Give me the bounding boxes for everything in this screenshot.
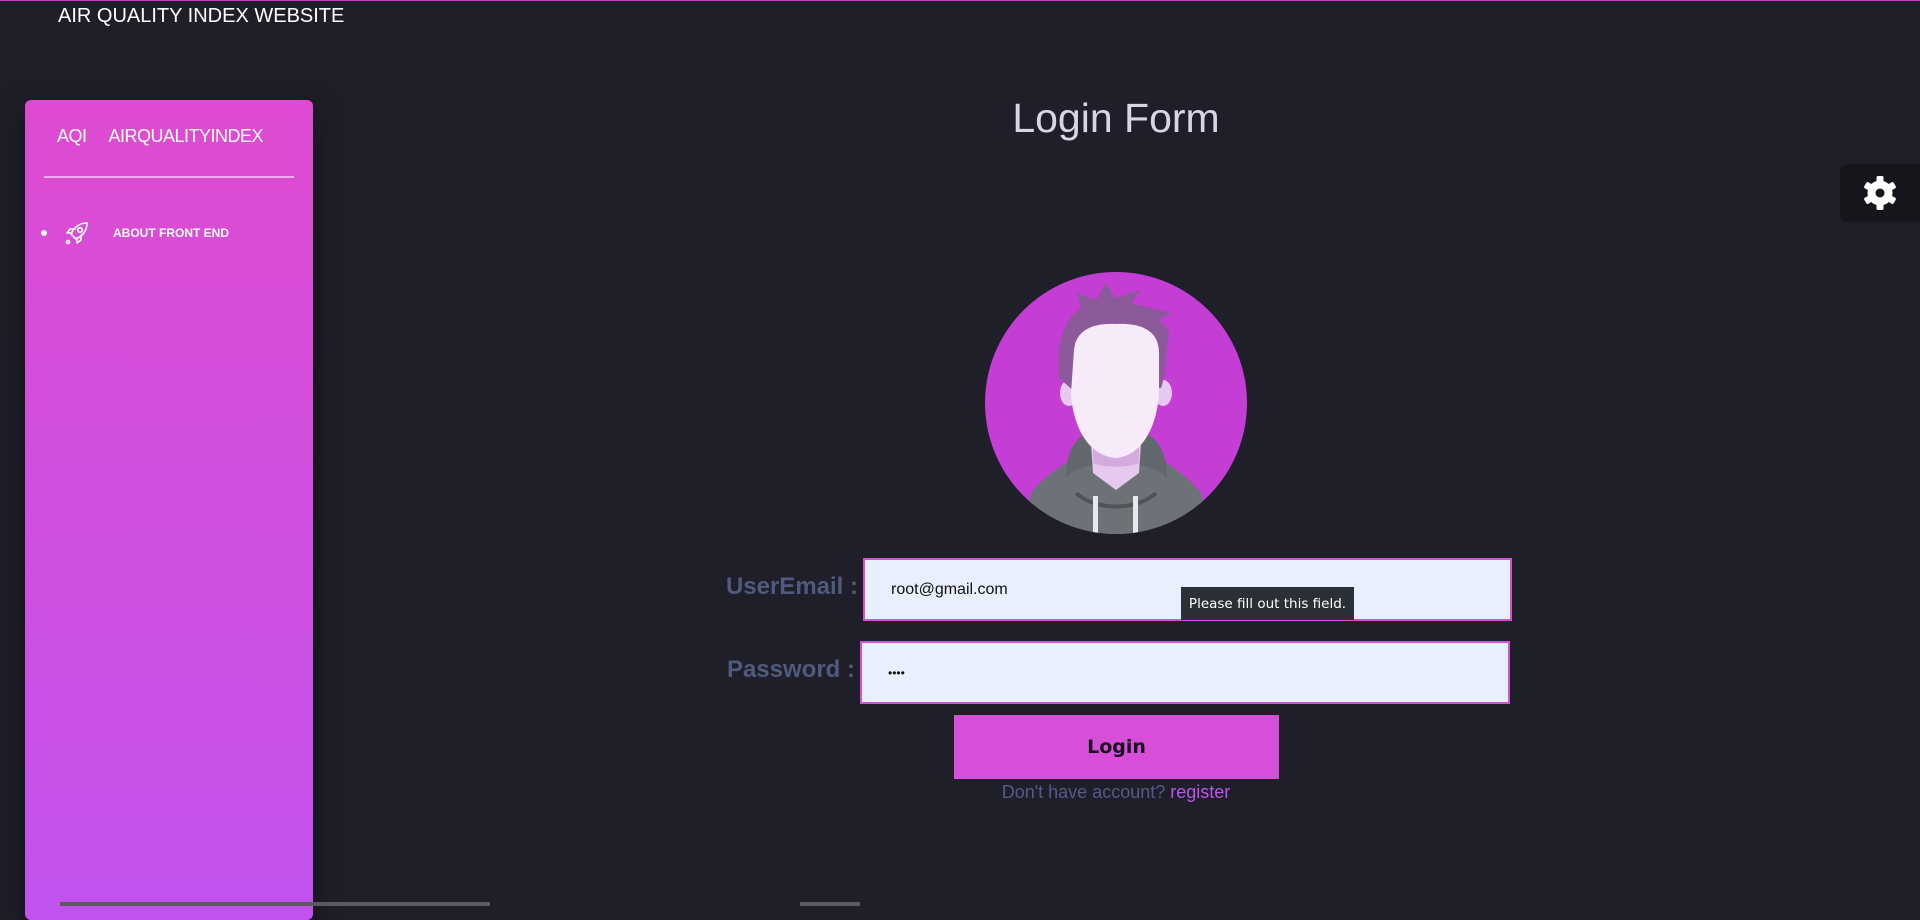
bullet-icon xyxy=(41,230,47,236)
gear-icon xyxy=(1864,176,1896,210)
register-prompt: Don't have account? register xyxy=(0,782,1920,803)
email-label: UserEmail : xyxy=(725,573,858,600)
register-link[interactable]: register xyxy=(1170,782,1230,802)
login-button[interactable]: Login xyxy=(954,715,1279,779)
sidebar-item-about-front-end[interactable]: ABOUT FRONT END xyxy=(35,218,295,248)
horizontal-scrollbar[interactable] xyxy=(60,902,490,906)
password-label: Password : xyxy=(726,656,855,683)
scrollbar-thumb[interactable] xyxy=(800,902,860,906)
site-title: AIR QUALITY INDEX WEBSITE xyxy=(58,5,345,27)
settings-button[interactable] xyxy=(1840,164,1920,222)
validation-tooltip: Please fill out this field. xyxy=(1181,587,1354,620)
page-title: Login Form xyxy=(1012,95,1220,141)
sidebar-divider xyxy=(44,176,294,178)
no-account-text: Don't have account? xyxy=(1001,782,1166,802)
rocket-icon xyxy=(65,222,88,245)
user-avatar xyxy=(985,272,1247,534)
password-input[interactable]: •••• xyxy=(860,641,1510,704)
sidebar-item-label: ABOUT FRONT END xyxy=(113,226,229,240)
